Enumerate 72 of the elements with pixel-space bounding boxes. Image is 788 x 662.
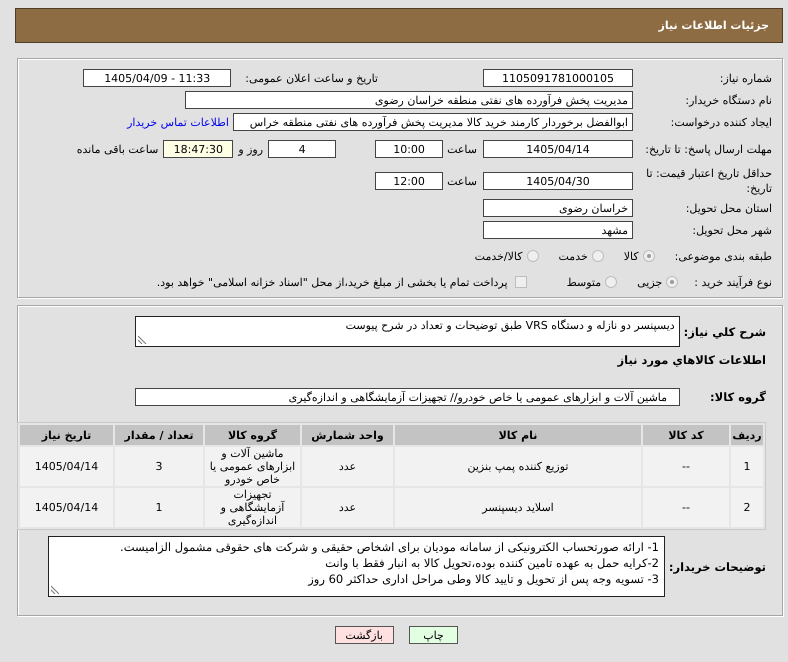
- table-cell: 1: [731, 447, 763, 486]
- date-field[interactable]: 1405/04/30: [483, 172, 633, 190]
- table-cell: 2: [731, 488, 763, 527]
- radio-label: کالا: [624, 250, 639, 262]
- field-label: شهر محل تحویل:: [691, 222, 772, 238]
- table-cell: توزیع کننده پمپ بنزین: [395, 447, 641, 486]
- time-label: ساعت: [447, 174, 477, 188]
- column-header: تعداد / مقدار: [115, 425, 203, 445]
- announce-date-field[interactable]: 1405/04/09 - 11:33: [83, 69, 232, 87]
- radio-button[interactable]: [605, 276, 618, 288]
- field-label: حداقل تاریخ اعتبار قیمت: تا تاریخ:: [645, 166, 772, 196]
- column-header: نام کالا: [395, 425, 641, 445]
- time-field[interactable]: 12:00: [375, 172, 444, 190]
- buyer-org-field[interactable]: مدیریت پخش فرآورده های نفتی منطقه خراسان رضوی: [185, 91, 633, 109]
- city-field[interactable]: مشهد: [483, 221, 633, 239]
- field-label: استان محل تحویل:: [684, 200, 772, 216]
- table-cell: عدد: [302, 488, 393, 527]
- description-field[interactable]: دیسپنسر دو نازله و دستگاه VRS طبق توضیحات و تعداد در شرح پیوست: [134, 316, 680, 347]
- print-button[interactable]: چاپ: [409, 626, 458, 644]
- page-title: جزئیات اطلاعات نیاز: [658, 19, 769, 32]
- table-cell: ماشین آلات و ابزارهای عمومی یا خاص خودرو: [205, 447, 300, 486]
- field-label: شرح کلي نياز:: [684, 324, 766, 340]
- time-label: ساعت: [447, 142, 477, 156]
- field-label: تاریخ و ساعت اعلان عمومی:: [245, 72, 378, 84]
- field-label: گروه کالا:: [710, 389, 766, 405]
- table-cell: --: [643, 447, 729, 486]
- column-header: تاریخ نیاز: [20, 425, 113, 445]
- column-header: واحد شمارش: [302, 425, 393, 445]
- radio-button[interactable]: [642, 250, 655, 262]
- field-label: شماره نیاز:: [718, 70, 772, 86]
- field-label: توضیحات خریدار:: [668, 558, 766, 574]
- table-cell: 3: [115, 447, 203, 486]
- table-cell: عدد: [302, 447, 393, 486]
- table-cell: اسلاید دیسپنسر: [395, 488, 641, 527]
- radio-label: جزیی: [637, 276, 662, 288]
- table-cell: --: [643, 488, 729, 527]
- field-label: طبقه بندی موضوعی:: [674, 250, 772, 262]
- radio-button[interactable]: [526, 250, 538, 262]
- resize-grip-icon[interactable]: [50, 585, 60, 594]
- column-header: کد کالا: [643, 425, 729, 445]
- need-number-field[interactable]: 1105091781000105: [483, 69, 633, 87]
- radio-label: خدمت: [558, 250, 588, 262]
- radio-label: کالا/خدمت: [474, 250, 522, 262]
- table-cell: 1405/04/14: [20, 488, 113, 527]
- days-field[interactable]: 4: [268, 140, 336, 158]
- section-heading: اطلاعات کالاهاي مورد نياز: [618, 352, 766, 368]
- back-button[interactable]: بازگشت: [335, 626, 394, 644]
- days-label: روز و: [238, 142, 264, 156]
- remaining-time-field: 18:47:30: [163, 140, 234, 158]
- field-label: نوع فرآیند خرید :: [694, 276, 772, 288]
- radio-label: متوسط: [566, 276, 602, 288]
- date-field[interactable]: 1405/04/14: [483, 140, 633, 158]
- column-header: ردیف: [731, 425, 763, 445]
- resize-grip-icon[interactable]: [138, 335, 147, 344]
- buyer-notes-field[interactable]: 1- ارائه صورتحساب الکترونیکی از سامانه مودیان برای اشخاص حقیقی و شرکت های حقوقی مشمول الزامیست. 2-کرایه حمل به عهده تامین کننده بوده،تحویل کالا به انبار فقط با وانت 3- تسویه وجه پس از تحویل و تایید کالا وطی مراحل اداری حداکثر 60 روز: [48, 536, 665, 597]
- radio-button[interactable]: [666, 276, 678, 288]
- column-header: گروه کالا: [205, 425, 300, 445]
- remaining-label: ساعت باقی مانده: [76, 142, 158, 156]
- requester-field[interactable]: ابوالفضل برخوردار کارمند خرید کالا مدیریت پخش فرآورده های نفتی منطقه خراس: [233, 113, 633, 131]
- field-label: نام دستگاه خریدار:: [684, 92, 772, 108]
- table-cell: 1405/04/14: [20, 447, 113, 486]
- buyer-contact-link[interactable]: اطلاعات تماس خریدار: [127, 116, 229, 128]
- field-label: ایجاد کننده درخواست:: [670, 114, 772, 130]
- field-label: مهلت ارسال پاسخ: تا تاریخ:: [644, 142, 772, 156]
- time-field[interactable]: 10:00: [375, 140, 444, 158]
- goods-group-field[interactable]: ماشین آلات و ابزارهای عمومی یا خاص خودرو// تجهیزات آزمایشگاهی و اندازه‌گیری: [135, 388, 680, 406]
- province-field[interactable]: خراسان رضوی: [483, 199, 633, 217]
- table-cell: 1: [115, 488, 203, 527]
- checkbox-label: پرداخت تمام یا بخشی از مبلغ خرید،از محل "اسناد خزانه اسلامی" خواهد بود.: [156, 276, 508, 288]
- radio-button[interactable]: [592, 250, 604, 262]
- checkbox[interactable]: [514, 276, 527, 288]
- table-cell: تجهیزات آزمایشگاهی و اندازه‌گیری: [205, 488, 300, 527]
